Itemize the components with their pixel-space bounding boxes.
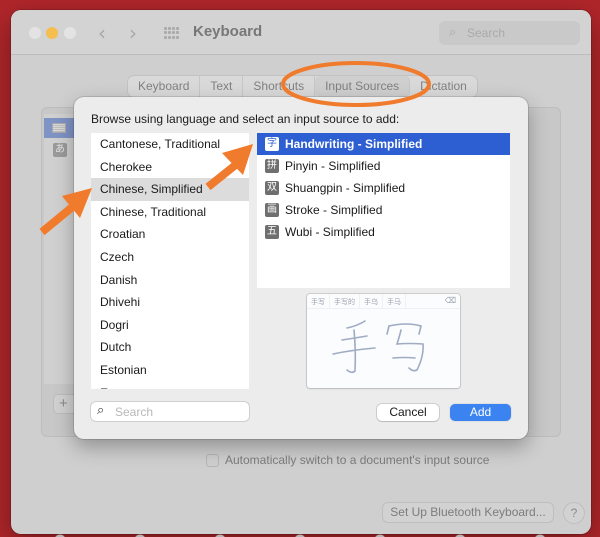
us-flag-icon	[52, 123, 66, 133]
language-item[interactable]: Dogri	[91, 314, 249, 337]
tab-dictation[interactable]: Dictation	[410, 76, 477, 97]
input-method-handwriting[interactable]: 字 Handwriting - Simplified	[257, 133, 510, 155]
input-source-us[interactable]	[44, 118, 74, 138]
stroke-icon: 画	[265, 203, 279, 217]
tab-text[interactable]: Text	[200, 76, 244, 97]
input-method-label: Pinyin - Simplified	[285, 159, 381, 173]
input-method-pinyin[interactable]: 拼 Pinyin - Simplified	[257, 155, 510, 177]
language-item[interactable]: Danish	[91, 269, 249, 292]
wubi-icon: 五	[265, 225, 279, 239]
add-button[interactable]: Add	[450, 404, 511, 421]
input-sources-list: あ	[44, 114, 74, 384]
pinyin-icon: 拼	[265, 159, 279, 173]
language-item[interactable]: Cantonese, Traditional	[91, 133, 249, 156]
sheet-title: Browse using language and select an inpu…	[91, 112, 400, 126]
search-placeholder: Search	[115, 405, 154, 419]
input-method-label: Handwriting - Simplified	[285, 137, 423, 151]
back-chevron-icon[interactable]: ‹	[98, 21, 106, 45]
auto-switch-row: Automatically switch to a document's inp…	[206, 453, 489, 467]
language-item[interactable]: Estonian	[91, 359, 249, 382]
candidate-bar: 手写 手写的 手乌 手马 ⌫	[307, 294, 460, 309]
input-method-list[interactable]: 字 Handwriting - Simplified 拼 Pinyin - Si…	[257, 133, 510, 288]
tab-shortcuts[interactable]: Shortcuts	[243, 76, 316, 97]
handwritten-strokes	[332, 320, 424, 374]
auto-switch-checkbox[interactable]	[206, 453, 219, 467]
japanese-kana-icon: あ	[53, 143, 67, 157]
search-icon: ⌕	[449, 25, 457, 40]
candidate: 手写的	[330, 294, 360, 308]
input-method-wubi[interactable]: 五 Wubi - Simplified	[257, 221, 510, 243]
candidate: 手马	[383, 294, 406, 308]
candidate: 手写	[307, 294, 330, 308]
auto-switch-label: Automatically switch to a document's inp…	[225, 453, 490, 467]
input-method-stroke[interactable]: 画 Stroke - Simplified	[257, 199, 510, 221]
delete-icon: ⌫	[444, 296, 456, 305]
candidate: 手乌	[360, 294, 383, 308]
minimize-window-button[interactable]	[46, 27, 58, 39]
search-placeholder: Search	[467, 26, 506, 40]
input-source-japanese[interactable]: あ	[44, 140, 74, 160]
tab-bar: Keyboard Text Shortcuts Input Sources Di…	[128, 76, 477, 97]
shuangpin-icon: 双	[265, 181, 279, 195]
help-button[interactable]: ?	[564, 503, 584, 523]
language-item[interactable]: E…	[91, 382, 249, 389]
language-item[interactable]: Dhivehi	[91, 291, 249, 314]
tab-input-sources[interactable]: Input Sources	[315, 76, 411, 97]
cancel-button[interactable]: Cancel	[377, 404, 439, 421]
language-list[interactable]: Cantonese, Traditional Cherokee Chinese,…	[91, 133, 249, 389]
add-input-source-sheet: Browse using language and select an inpu…	[74, 97, 528, 439]
add-input-source-button[interactable]: +	[59, 395, 68, 412]
language-item[interactable]: Cherokee	[91, 156, 249, 179]
handwriting-icon: 字	[265, 137, 279, 151]
zoom-window-button[interactable]	[64, 27, 76, 39]
setup-bluetooth-keyboard-button[interactable]: Set Up Bluetooth Keyboard...	[383, 503, 553, 522]
language-search-field[interactable]: ⌕ Search	[91, 402, 249, 421]
input-method-label: Stroke - Simplified	[285, 203, 383, 217]
language-item[interactable]: Czech	[91, 246, 249, 269]
handwriting-preview: 手写 手写的 手乌 手马 ⌫	[307, 294, 460, 388]
input-method-label: Wubi - Simplified	[285, 225, 375, 239]
language-item-selected[interactable]: Chinese, Simplified	[91, 178, 249, 201]
search-icon: ⌕	[97, 403, 105, 418]
language-item[interactable]: Dutch	[91, 336, 249, 359]
language-item[interactable]: Chinese, Traditional	[91, 201, 249, 224]
close-window-button[interactable]	[29, 27, 41, 39]
tab-keyboard[interactable]: Keyboard	[128, 76, 201, 97]
input-method-shuangpin[interactable]: 双 Shuangpin - Simplified	[257, 177, 510, 199]
forward-chevron-icon[interactable]: ›	[129, 21, 137, 45]
title-bar: ‹ › Keyboard ⌕ Search	[11, 10, 591, 55]
show-all-grid-icon[interactable]	[164, 27, 180, 39]
preferences-search-field[interactable]: ⌕ Search	[439, 21, 580, 45]
window-title: Keyboard	[193, 23, 263, 40]
input-method-label: Shuangpin - Simplified	[285, 181, 406, 195]
language-item[interactable]: Croatian	[91, 223, 249, 246]
